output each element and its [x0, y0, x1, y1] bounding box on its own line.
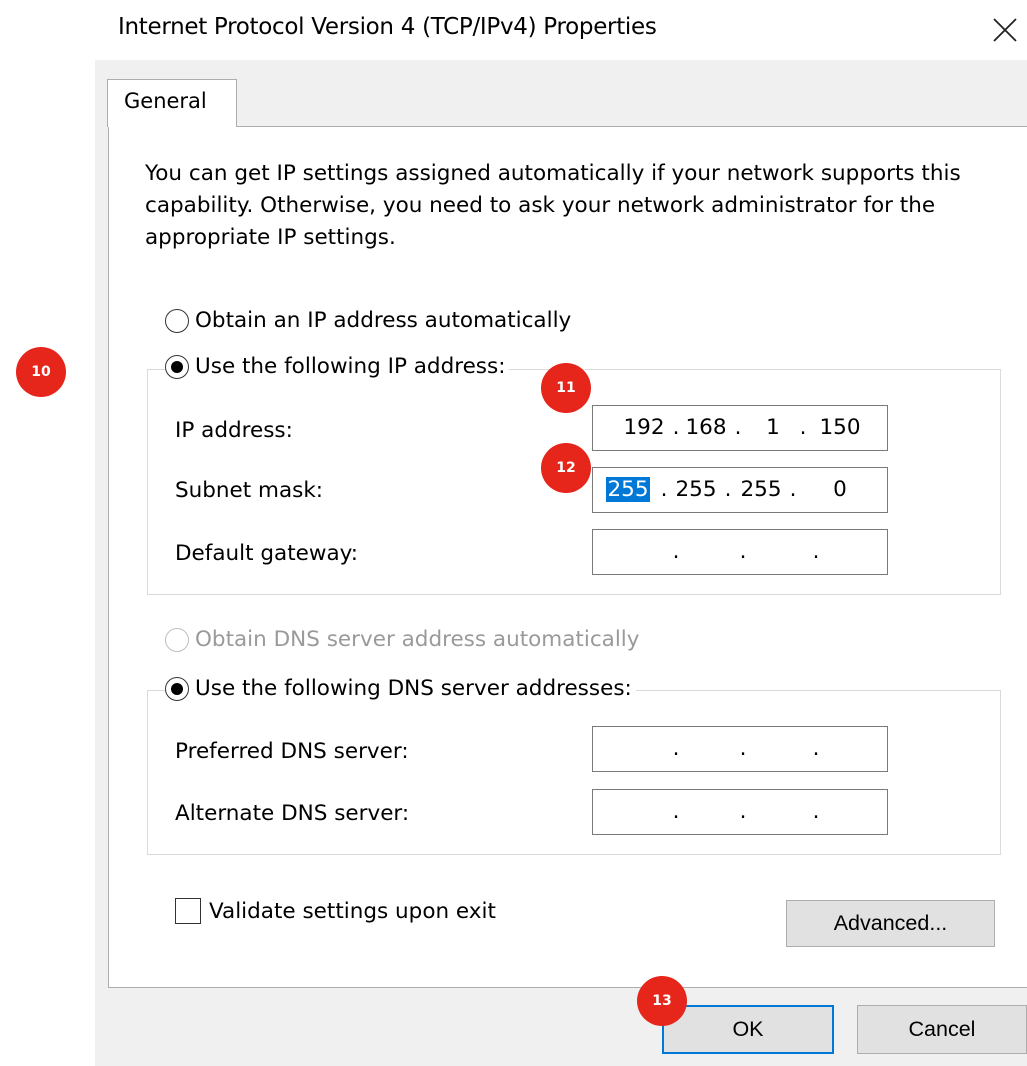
annotation-marker-13: 13 [637, 976, 687, 1026]
tab-general-label: General [124, 89, 207, 113]
cancel-button[interactable]: Cancel [857, 1005, 1027, 1054]
radio-use-following-dns-label: Use the following DNS server addresses: [195, 676, 632, 701]
octet: 255 [675, 477, 717, 502]
validate-settings-label: Validate settings upon exit [209, 898, 496, 924]
ok-button[interactable]: OK [662, 1005, 834, 1054]
checkbox-box [175, 898, 201, 924]
close-icon [993, 18, 1017, 42]
default-gateway-label: Default gateway: [175, 541, 359, 566]
octet-separator: . [739, 799, 747, 824]
radio-circle [165, 308, 189, 333]
radio-obtain-dns-auto-label: Obtain DNS server address automatically [195, 627, 640, 652]
octet-separator: . [812, 539, 820, 564]
title-bar: Internet Protocol Version 4 (TCP/IPv4) P… [0, 0, 1027, 60]
octet-separator: . [789, 477, 797, 502]
radio-dot [171, 682, 183, 695]
radio-use-following-ip-label: Use the following IP address: [195, 354, 506, 379]
octet-separator: . [672, 415, 680, 440]
alternate-dns-label: Alternate DNS server: [175, 801, 410, 826]
octet-separator: . [672, 539, 680, 564]
octet-separator: . [812, 736, 820, 761]
radio-use-following-dns[interactable]: Use the following DNS server addresses: [165, 676, 636, 701]
annotation-marker-11: 11 [541, 363, 591, 413]
subnet-mask-input[interactable]: 255 . 255 . 255 . 0 [592, 467, 888, 513]
radio-use-following-ip[interactable]: Use the following IP address: [165, 354, 510, 379]
radio-circle [165, 627, 189, 652]
octet-separator: . [739, 736, 747, 761]
alternate-dns-input[interactable]: . . . [592, 789, 888, 835]
octet: 192 [623, 415, 665, 440]
octet-separator: . [724, 477, 732, 502]
validate-settings-checkbox[interactable]: Validate settings upon exit [175, 898, 496, 924]
preferred-dns-input[interactable]: . . . [592, 726, 888, 772]
octet-separator: . [812, 799, 820, 824]
selected-octet: 255 [606, 477, 650, 502]
octet-separator: . [799, 415, 807, 440]
ip-address-input[interactable]: 192 . 168 . 1 . 150 [592, 405, 888, 451]
tab-general[interactable]: General [107, 79, 237, 127]
radio-circle-selected [165, 676, 189, 701]
radio-dot [171, 360, 183, 373]
octet: 150 [819, 415, 861, 440]
radio-obtain-ip-auto-label: Obtain an IP address automatically [195, 308, 572, 333]
subnet-mask-label: Subnet mask: [175, 478, 324, 503]
ip-address-label: IP address: [175, 418, 293, 443]
close-button[interactable] [985, 8, 1025, 52]
annotation-marker-12: 12 [541, 443, 591, 493]
preferred-dns-label: Preferred DNS server: [175, 739, 409, 764]
description-text: You can get IP settings assigned automat… [145, 161, 961, 250]
octet: 0 [833, 477, 847, 502]
octet-separator: . [672, 736, 680, 761]
radio-circle-selected [165, 354, 189, 379]
radio-obtain-dns-auto[interactable]: Obtain DNS server address automatically [165, 627, 644, 652]
octet: 255 [740, 477, 782, 502]
octet-separator: . [660, 477, 668, 502]
octet: 168 [685, 415, 727, 440]
annotation-marker-10: 10 [16, 347, 66, 397]
advanced-button[interactable]: Advanced... [786, 900, 995, 947]
octet: 1 [766, 415, 780, 440]
window-title: Internet Protocol Version 4 (TCP/IPv4) P… [118, 14, 657, 40]
radio-obtain-ip-auto[interactable]: Obtain an IP address automatically [165, 308, 576, 333]
octet-separator: . [739, 539, 747, 564]
default-gateway-input[interactable]: . . . [592, 529, 888, 575]
octet-separator: . [672, 799, 680, 824]
octet-separator: . [734, 415, 742, 440]
